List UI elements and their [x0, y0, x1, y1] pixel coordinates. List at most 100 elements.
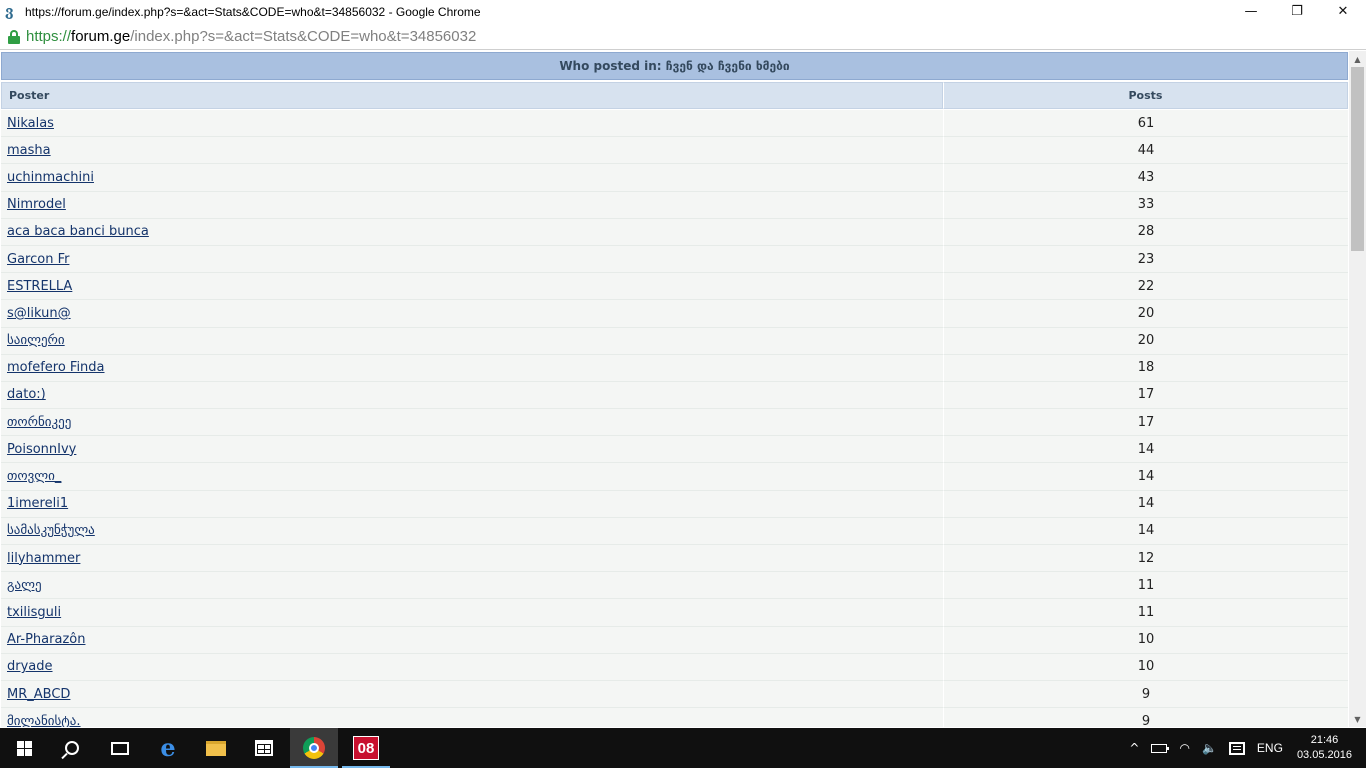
posts-count: 44 [943, 137, 1348, 165]
poster-link[interactable]: სამასკუნჭულა [7, 523, 95, 538]
poster-cell: aca baca banci bunca [1, 218, 943, 246]
poster-cell: გალე [1, 572, 943, 600]
poster-cell: თორნიკეე [1, 409, 943, 437]
poster-link[interactable]: uchinmachini [7, 170, 94, 185]
poster-link[interactable]: Nimrodel [7, 197, 66, 212]
window-title: https://forum.ge/index.php?s=&act=Stats&… [25, 5, 481, 19]
poster-link[interactable]: lilyhammer [7, 551, 80, 566]
search-button[interactable] [48, 728, 96, 768]
poster-link[interactable]: თორნიკეე [7, 415, 71, 430]
task-view-button[interactable] [96, 728, 144, 768]
poster-link[interactable]: Ar-Pharazôn [7, 632, 85, 647]
poster-link[interactable]: mofefero Finda [7, 360, 105, 375]
poster-link[interactable]: s@likun@ [7, 306, 71, 321]
forum-ge-icon: ვ [5, 4, 14, 20]
poster-link[interactable]: 1imereli1 [7, 496, 68, 511]
column-header-poster: Poster [1, 82, 943, 109]
poster-cell: მილანისტა. [1, 708, 943, 727]
poster-link[interactable]: მილანისტა. [7, 714, 81, 727]
poster-link[interactable]: Garcon Fr [7, 252, 69, 267]
battery-icon [1151, 743, 1170, 753]
poster-cell: Garcon Fr [1, 245, 943, 274]
posts-count: 9 [943, 680, 1348, 709]
windows-logo-icon [16, 740, 32, 756]
folder-icon [206, 740, 226, 756]
posts-count: 61 [943, 110, 1348, 138]
table-row: Nikalas 61 [1, 110, 1348, 138]
posts-count: 20 [943, 327, 1348, 355]
posts-count: 10 [943, 626, 1348, 654]
table-title: Who posted in: ჩვენ და ჩვენი ხმები [1, 52, 1348, 80]
notifications-button[interactable] [1223, 728, 1251, 768]
search-icon [65, 741, 79, 755]
app-08-icon: 08 [353, 736, 379, 760]
poster-link[interactable]: გალე [7, 578, 42, 593]
posts-count: 11 [943, 572, 1348, 600]
clock[interactable]: 21:46 03.05.2016 [1289, 728, 1366, 768]
scrollbar-thumb[interactable] [1351, 67, 1364, 251]
poster-link[interactable]: საილერი [7, 333, 65, 348]
input-language[interactable]: ENG [1251, 728, 1289, 768]
show-hidden-icons-chevron-icon[interactable]: ^ [1123, 728, 1145, 768]
posts-count: 20 [943, 300, 1348, 328]
notifications-icon [1228, 741, 1245, 755]
table-body: Nikalas 61 masha 44 uchinmachini 43 Nimrodel 33… [1, 110, 1348, 727]
wifi-icon[interactable]: ◠ [1173, 728, 1195, 768]
posts-count: 22 [943, 273, 1348, 301]
volume-icon[interactable]: 🔈 [1196, 728, 1223, 768]
poster-cell: lilyhammer [1, 545, 943, 573]
poster-cell: s@likun@ [1, 300, 943, 328]
taskbar-file-explorer[interactable] [192, 728, 240, 768]
close-button[interactable]: ✕ [1320, 0, 1366, 22]
lock-icon[interactable] [8, 29, 20, 44]
poster-cell: საილერი [1, 327, 943, 355]
poster-link[interactable]: txilisguli [7, 605, 61, 620]
table-row: uchinmachini 43 [1, 164, 1348, 192]
table-row: Garcon Fr 23 [1, 245, 1348, 274]
poster-link[interactable]: Nikalas [7, 116, 54, 131]
poster-link[interactable]: masha [7, 143, 51, 158]
battery-button[interactable] [1145, 728, 1173, 768]
poster-link[interactable]: ESTRELLA [7, 279, 72, 294]
posts-count: 23 [943, 245, 1348, 274]
column-header-posts: Posts [943, 82, 1348, 109]
poster-link[interactable]: dryade [7, 659, 53, 674]
start-button[interactable] [0, 728, 48, 768]
vertical-scrollbar[interactable]: ▲ ▼ [1349, 51, 1366, 727]
chrome-icon [303, 737, 325, 759]
posts-count: 14 [943, 517, 1348, 545]
scroll-down-arrow-icon[interactable]: ▼ [1349, 711, 1366, 727]
poster-cell: dryade [1, 653, 943, 681]
taskbar-chrome[interactable] [290, 728, 338, 768]
poster-link[interactable]: PoisonnIvy [7, 442, 76, 457]
poster-cell: MR_ABCD [1, 680, 943, 709]
posts-count: 17 [943, 409, 1348, 437]
table-row: Ar-Pharazôn 10 [1, 626, 1348, 654]
restore-button[interactable]: ❐ [1274, 0, 1320, 22]
poster-link[interactable]: თოვლი_ [7, 469, 61, 484]
poster-cell: mofefero Finda [1, 354, 943, 382]
taskbar-edge[interactable]: e [144, 728, 192, 768]
table-row: lilyhammer 12 [1, 545, 1348, 573]
table-row: თორნიკეე 17 [1, 409, 1348, 437]
address-bar[interactable]: https://forum.ge/index.php?s=&act=Stats&… [0, 24, 1366, 50]
posts-count: 9 [943, 708, 1348, 727]
posts-count: 11 [943, 599, 1348, 627]
taskbar-app-08[interactable]: 08 [342, 728, 390, 768]
poster-link[interactable]: MR_ABCD [7, 687, 70, 702]
posts-count: 18 [943, 354, 1348, 382]
poster-link[interactable]: aca baca banci bunca [7, 224, 149, 239]
posts-count: 14 [943, 490, 1348, 518]
table-row: მილანისტა. 9 [1, 708, 1348, 727]
table-row: masha 44 [1, 137, 1348, 165]
poster-cell: masha [1, 137, 943, 165]
posts-count: 43 [943, 164, 1348, 192]
minimize-button[interactable]: — [1228, 0, 1274, 22]
scroll-up-arrow-icon[interactable]: ▲ [1349, 51, 1366, 67]
url-text[interactable]: https://forum.ge/index.php?s=&act=Stats&… [26, 28, 476, 45]
table-row: dato:) 17 [1, 381, 1348, 410]
poster-link[interactable]: dato:) [7, 387, 46, 402]
window-titlebar: ვ https://forum.ge/index.php?s=&act=Stat… [0, 0, 1366, 24]
table-row: mofefero Finda 18 [1, 354, 1348, 382]
taskbar-store[interactable] [240, 728, 288, 768]
